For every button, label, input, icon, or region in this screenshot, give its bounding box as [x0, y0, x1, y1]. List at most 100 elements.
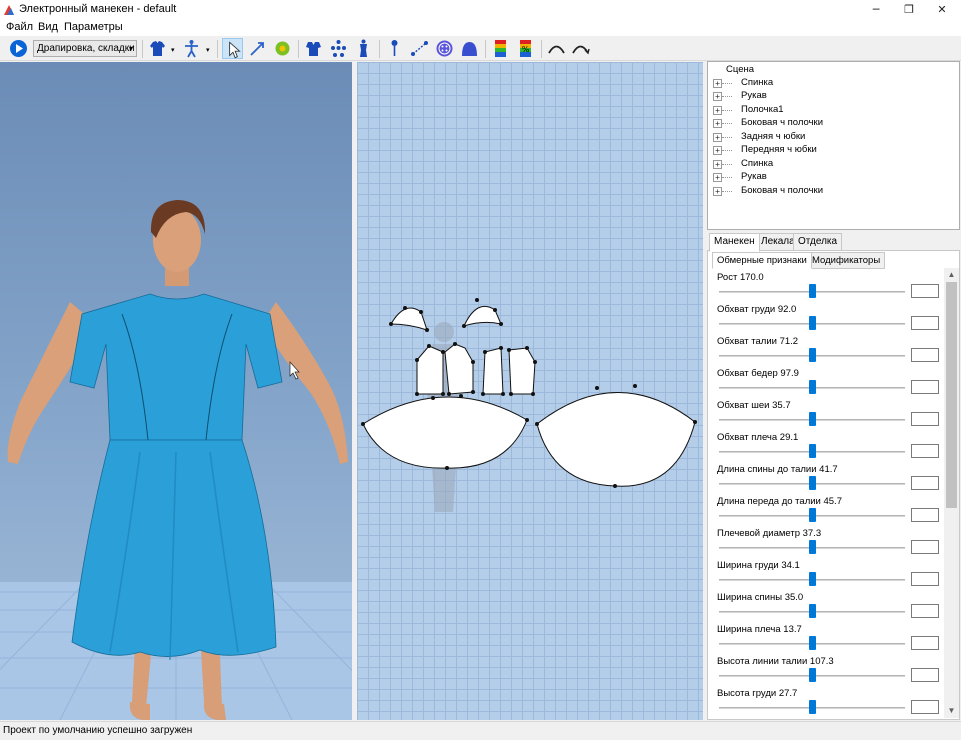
slider-thumb[interactable] — [809, 316, 816, 330]
expand-icon[interactable]: + — [713, 106, 722, 115]
tree-item-label: Рукав — [741, 90, 767, 101]
menu-parameters[interactable]: Параметры — [64, 21, 123, 33]
measurement-row: Ширина спины 35.0 — [711, 588, 944, 620]
arrow-tool-icon[interactable] — [247, 38, 268, 59]
button-icon[interactable] — [434, 38, 455, 59]
mannequin-model[interactable] — [0, 62, 352, 720]
pattern-side-back — [508, 347, 536, 395]
tab-measurements[interactable]: Обмерные признаки — [712, 252, 812, 269]
pin-icon[interactable] — [384, 38, 405, 59]
expand-icon[interactable]: + — [713, 119, 722, 128]
value-input[interactable] — [911, 604, 939, 618]
menu-view[interactable]: Вид — [38, 21, 58, 33]
expand-icon[interactable]: + — [713, 133, 722, 142]
shirt-icon[interactable] — [147, 38, 168, 59]
tree-item[interactable]: + Рукав — [708, 90, 958, 103]
measurement-row: Рост 170.0 — [711, 268, 944, 300]
measurement-label: Рост 170.0 — [717, 272, 764, 283]
slider-thumb[interactable] — [809, 380, 816, 394]
value-input[interactable] — [911, 572, 939, 586]
3d-viewport[interactable] — [0, 62, 352, 720]
expand-icon[interactable]: + — [713, 92, 722, 101]
expand-icon[interactable]: + — [713, 160, 722, 169]
measurement-row: Длина переда до талии 45.7 — [711, 492, 944, 524]
percent-map-icon[interactable]: % — [515, 38, 536, 59]
mannequin-icon[interactable] — [353, 38, 374, 59]
tree-item[interactable]: + Боковая ч полочки — [708, 185, 958, 198]
value-input[interactable] — [911, 412, 939, 426]
slider-thumb[interactable] — [809, 348, 816, 362]
tab-finishing[interactable]: Отделка — [793, 233, 843, 251]
flower-icon[interactable] — [272, 38, 293, 59]
window-title: Электронный манекен - default — [19, 3, 177, 15]
value-input[interactable] — [911, 316, 939, 330]
expand-icon[interactable]: + — [713, 173, 722, 182]
value-input[interactable] — [911, 508, 939, 522]
skeleton-icon[interactable] — [181, 38, 202, 59]
slider-thumb[interactable] — [809, 668, 816, 682]
garment-icon[interactable] — [303, 38, 324, 59]
tree-item[interactable]: + Передняя ч юбки — [708, 144, 958, 157]
slider-thumb[interactable] — [809, 636, 816, 650]
scroll-down-icon[interactable]: ▼ — [944, 704, 959, 718]
measure-line-icon[interactable] — [409, 38, 430, 59]
maximize-button[interactable]: ❐ — [893, 0, 925, 20]
slider-thumb[interactable] — [809, 284, 816, 298]
slider-thumb[interactable] — [809, 412, 816, 426]
expand-icon[interactable]: + — [713, 187, 722, 196]
value-input[interactable] — [911, 284, 939, 298]
right-foot — [203, 702, 226, 720]
pointer-icon[interactable] — [222, 38, 243, 59]
value-input[interactable] — [911, 380, 939, 394]
tree-item[interactable]: + Спинка — [708, 158, 958, 171]
tree-item[interactable]: + Спинка — [708, 77, 958, 90]
slider-thumb[interactable] — [809, 444, 816, 458]
dome-icon[interactable] — [459, 38, 480, 59]
skeleton-dropdown-icon[interactable]: ▾ — [206, 46, 210, 54]
scene-tree[interactable]: Сцена + Спинка + Рукав + Полочка1 + Боковая … — [707, 61, 960, 230]
slider-thumb[interactable] — [809, 508, 816, 522]
slider-thumb[interactable] — [809, 604, 816, 618]
tree-item[interactable]: + Рукав — [708, 171, 958, 184]
color-map-icon[interactable] — [490, 38, 511, 59]
value-input[interactable] — [911, 476, 939, 490]
value-input[interactable] — [911, 444, 939, 458]
measurement-label: Ширина груди 34.1 — [717, 560, 800, 571]
tree-item[interactable]: + Боковая ч полочки — [708, 117, 958, 130]
value-input[interactable] — [911, 700, 939, 714]
value-input[interactable] — [911, 348, 939, 362]
curve-right-icon[interactable] — [570, 38, 591, 59]
shirt-dropdown-icon[interactable]: ▾ — [171, 46, 175, 54]
expand-icon[interactable]: + — [713, 146, 722, 155]
value-input[interactable] — [911, 636, 939, 650]
scroll-up-icon[interactable]: ▲ — [944, 268, 959, 282]
measurement-row: Высота линии талии 107.3 — [711, 652, 944, 684]
menu-file[interactable]: Файл — [6, 21, 33, 33]
slider-thumb[interactable] — [809, 572, 816, 586]
points-icon[interactable] — [328, 38, 349, 59]
pattern-layout[interactable] — [357, 62, 703, 720]
close-button[interactable]: ✕ — [926, 0, 958, 20]
curve-left-icon[interactable] — [546, 38, 567, 59]
slider-thumb[interactable] — [809, 700, 816, 714]
tab-mannequin[interactable]: Манекен — [709, 233, 760, 252]
slider-thumb[interactable] — [809, 476, 816, 490]
tree-root[interactable]: Сцена — [726, 64, 754, 77]
tree-item[interactable]: + Задняя ч юбки — [708, 131, 958, 144]
toolbar: Драпировка, складки ▾ ▾ ▾ % — [0, 36, 961, 61]
pattern-back-skirt — [362, 396, 528, 469]
measurement-label: Обхват талии 71.2 — [717, 336, 799, 347]
measurement-label: Ширина спины 35.0 — [717, 592, 804, 603]
expand-icon[interactable]: + — [713, 79, 722, 88]
slider-thumb[interactable] — [809, 540, 816, 554]
measurement-scrollbar[interactable]: ▲ ▼ — [944, 268, 959, 718]
minimize-button[interactable]: ─ — [860, 0, 892, 20]
mode-select[interactable]: Драпировка, складки ▾ — [33, 40, 137, 57]
tree-item[interactable]: + Полочка1 — [708, 104, 958, 117]
tab-modifiers[interactable]: Модификаторы — [807, 252, 886, 269]
scroll-thumb[interactable] — [946, 282, 957, 508]
value-input[interactable] — [911, 668, 939, 682]
play-icon[interactable] — [8, 38, 29, 59]
value-input[interactable] — [911, 540, 939, 554]
2d-pattern-viewport[interactable] — [357, 62, 703, 720]
